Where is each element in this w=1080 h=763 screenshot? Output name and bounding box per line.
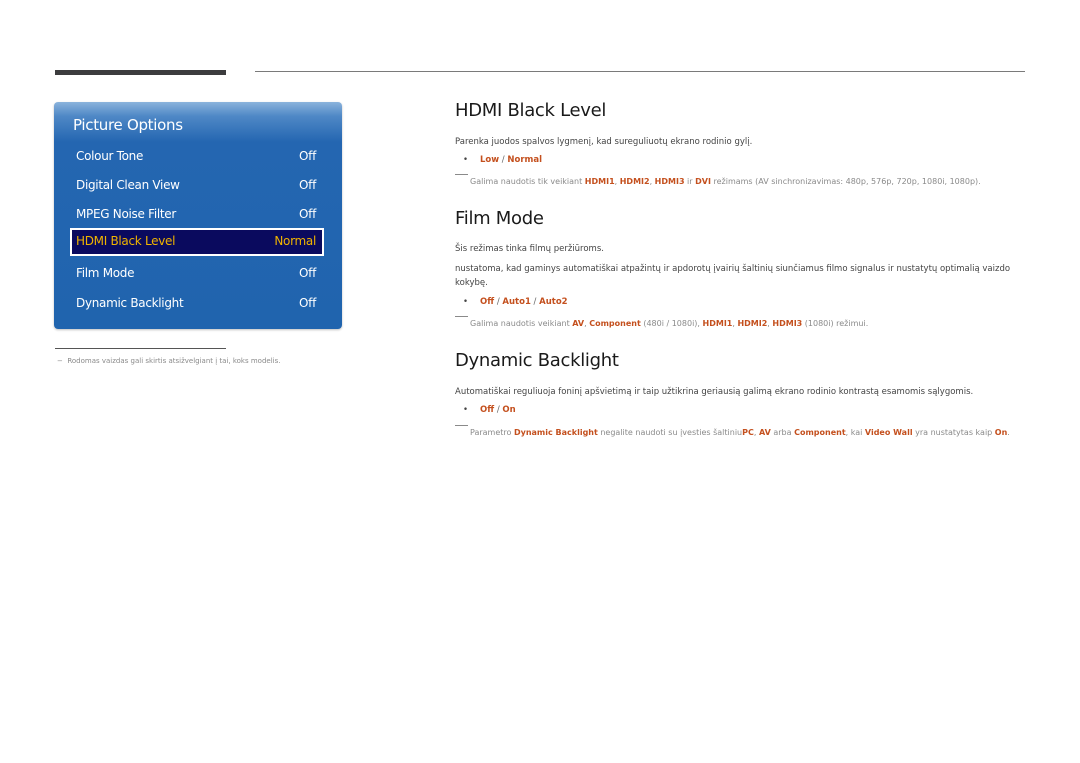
menu-item-value: Off xyxy=(299,149,316,163)
option-auto2: Auto2 xyxy=(539,297,568,307)
note-text: arba xyxy=(770,428,795,437)
note-text: Galima naudotis tik veikiant xyxy=(470,177,585,186)
footnote-text: Rodomas vaizdas gali skirtis atsižvelgia… xyxy=(67,357,281,365)
menu-item-value: Normal xyxy=(274,234,316,248)
highlighted-term: AV xyxy=(758,428,771,437)
menu-item-label: Colour Tone xyxy=(76,149,144,163)
menu-item-film-mode[interactable]: Film Mode Off xyxy=(70,261,324,287)
highlighted-term: Component xyxy=(589,319,641,328)
note-text: yra nustatytas kaip xyxy=(912,428,995,437)
header-rule-thick xyxy=(55,70,226,75)
option-low: Low xyxy=(480,155,500,165)
menu-item-colour-tone[interactable]: Colour Tone Off xyxy=(70,144,324,170)
menu-item-value: Off xyxy=(299,296,316,310)
highlighted-term: HDMI1 xyxy=(584,177,615,186)
highlighted-term: PC xyxy=(742,428,754,437)
note-dash-icon xyxy=(455,425,468,426)
highlighted-term: HDMI1 xyxy=(702,319,733,328)
note-dash-icon xyxy=(455,316,468,317)
option-normal: Normal xyxy=(507,155,543,165)
hdmi-note: Galima naudotis tik veikiant HDMI1, HDMI… xyxy=(455,174,1030,189)
menu-item-value: Off xyxy=(299,266,316,280)
highlighted-term: On xyxy=(994,428,1008,437)
bullet-icon: • xyxy=(463,405,469,415)
section-title-hdmi-black-level: HDMI Black Level xyxy=(455,100,607,121)
section-title-dynamic-backlight: Dynamic Backlight xyxy=(455,350,619,371)
note-text: Parametro xyxy=(470,428,514,437)
option-on: On xyxy=(502,405,516,415)
film-description-2: nustatoma, kad gaminys automatiškai atpa… xyxy=(455,264,1011,288)
note-text: ir xyxy=(684,177,696,186)
highlighted-term: HDMI2 xyxy=(619,177,650,186)
option-off: Off xyxy=(480,405,495,415)
section-title-film-mode: Film Mode xyxy=(455,208,544,229)
note-text: Galima naudotis veikiant xyxy=(470,319,573,328)
film-note: Galima naudotis veikiant AV, Component (… xyxy=(455,316,1030,331)
menu-title: Picture Options xyxy=(73,116,183,134)
menu-item-value: Off xyxy=(299,207,316,221)
backlight-note: Parametro Dynamic Backlight negalite nau… xyxy=(455,425,1034,440)
menu-item-label: HDMI Black Level xyxy=(76,234,176,248)
option-separator: / xyxy=(530,297,540,307)
highlighted-term: HDMI2 xyxy=(737,319,768,328)
film-options: • Off / Auto1 / Auto2 xyxy=(463,297,568,307)
menu-item-mpeg-noise-filter[interactable]: MPEG Noise Filter Off xyxy=(70,202,324,228)
highlighted-term: Dynamic Backlight xyxy=(513,428,598,437)
note-text: . xyxy=(1007,428,1010,437)
note-dash-icon xyxy=(455,174,468,175)
bullet-icon: • xyxy=(463,155,469,165)
highlighted-term: HDMI3 xyxy=(654,177,685,186)
highlighted-term: AV xyxy=(572,319,585,328)
backlight-options: • Off / On xyxy=(463,405,516,415)
hdmi-description: Parenka juodos spalvos lygmenį, kad sure… xyxy=(455,137,753,147)
highlighted-term: DVI xyxy=(695,177,711,186)
menu-item-label: MPEG Noise Filter xyxy=(76,207,177,221)
footnote-rule xyxy=(55,348,226,349)
menu-item-hdmi-black-level[interactable]: HDMI Black Level Normal xyxy=(70,228,324,256)
header-rule-thin xyxy=(255,71,1025,72)
menu-item-label: Digital Clean View xyxy=(76,178,180,192)
note-text: (480i / 1080i), xyxy=(640,319,703,328)
highlighted-term: Video Wall xyxy=(864,428,913,437)
bullet-icon: • xyxy=(463,297,469,307)
picture-options-menu: Picture Options Colour Tone Off Digital … xyxy=(54,102,342,329)
menu-item-label: Dynamic Backlight xyxy=(76,296,184,310)
menu-item-dynamic-backlight[interactable]: Dynamic Backlight Off xyxy=(70,291,324,317)
option-off: Off xyxy=(480,297,495,307)
backlight-description: Automatiškai reguliuoja foninį apšvietim… xyxy=(455,387,974,397)
menu-item-value: Off xyxy=(299,178,316,192)
menu-item-digital-clean-view[interactable]: Digital Clean View Off xyxy=(70,173,324,199)
note-text: , kai xyxy=(845,428,865,437)
hdmi-options: • Low / Normal xyxy=(463,155,542,165)
footnote: − Rodomas vaizdas gali skirtis atsižvelg… xyxy=(57,357,281,365)
note-text: negalite naudoti su įvesties šaltiniu xyxy=(597,428,743,437)
menu-item-label: Film Mode xyxy=(76,266,135,280)
note-text: režimams (AV sinchronizavimas: 480p, 576… xyxy=(710,177,981,186)
film-description-1: Šis režimas tinka filmų peržiūroms. xyxy=(455,244,604,254)
option-auto1: Auto1 xyxy=(502,297,531,307)
note-text: (1080i) režimui. xyxy=(802,319,869,328)
highlighted-term: Component xyxy=(794,428,846,437)
highlighted-term: HDMI3 xyxy=(772,319,803,328)
